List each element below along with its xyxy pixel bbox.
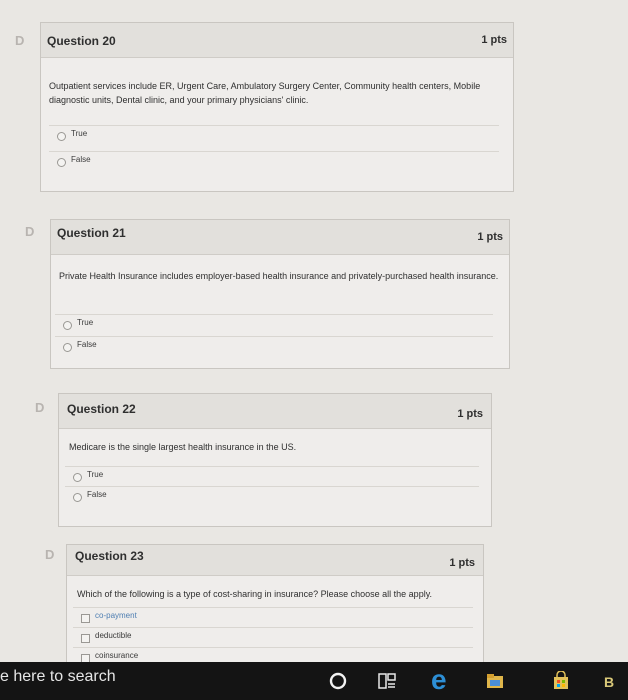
radio-button[interactable] [57,158,66,167]
question-card: D Question 23 1 pts Which of the followi… [45,544,484,668]
answer-option[interactable]: deductible [73,627,473,647]
store-icon[interactable] [551,671,571,691]
flag-icon[interactable]: D [35,400,44,415]
question-points: 1 pts [449,557,475,569]
question-text: Which of the following is a type of cost… [77,589,433,599]
quiz-screen: D Question 20 1 pts Outpatient services … [0,0,628,668]
flag-icon[interactable]: D [45,547,54,562]
taskbar-search-input[interactable]: e here to search [0,668,116,686]
answer-option[interactable]: True [55,314,493,336]
answer-label: True [77,318,94,327]
answer-label: False [71,155,91,164]
flag-icon[interactable]: D [25,224,34,239]
answer-option[interactable]: True [65,466,479,488]
edge-browser-icon[interactable]: e [431,664,447,696]
question-card: D Question 21 1 pts Private Health Insur… [25,219,510,369]
radio-button[interactable] [57,132,66,141]
question-title: Question 21 [57,226,126,240]
question-text: Outpatient services include ER, Urgent C… [49,81,481,105]
answer-label: True [71,129,88,138]
file-explorer-icon[interactable] [485,671,505,691]
taskbar: e here to search e B [0,662,628,700]
task-view-icon[interactable] [377,671,397,691]
flag-icon[interactable]: D [15,33,24,48]
question-points: 1 pts [457,408,483,420]
answer-label: coinsurance [95,651,139,660]
answer-option[interactable]: False [49,151,499,173]
radio-button[interactable] [73,493,82,502]
question-points: 1 pts [477,231,503,243]
question-card: D Question 22 1 pts Medicare is the sing… [35,393,492,527]
checkbox[interactable] [81,614,90,623]
radio-button[interactable] [63,343,72,352]
answer-option[interactable]: False [55,336,493,358]
question-text: Medicare is the single largest health in… [69,442,297,452]
question-points: 1 pts [481,34,507,46]
answer-label: deductible [95,631,132,640]
answer-option[interactable]: False [65,486,479,508]
cortana-icon[interactable] [328,671,348,691]
answer-label: True [87,470,104,479]
checkbox[interactable] [81,634,90,643]
question-text: Private Health Insurance includes employ… [59,271,499,281]
answer-label: False [77,340,97,349]
answer-option[interactable]: co-payment [73,607,473,627]
answer-label: co-payment [95,611,137,620]
question-card: D Question 20 1 pts Outpatient services … [15,22,514,192]
question-title: Question 23 [75,549,144,563]
radio-button[interactable] [63,321,72,330]
answer-label: False [87,490,107,499]
taskbar-app-letter[interactable]: B [604,674,614,690]
answer-option[interactable]: True [49,125,499,147]
question-title: Question 22 [67,402,136,416]
question-title: Question 20 [47,34,116,48]
radio-button[interactable] [73,473,82,482]
